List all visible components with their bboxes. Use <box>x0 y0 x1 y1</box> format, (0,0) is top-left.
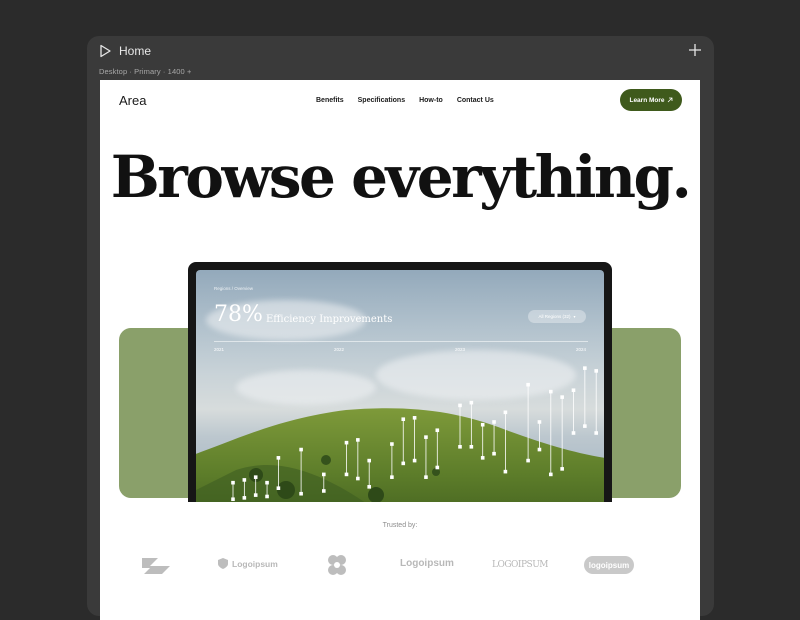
nav-link-benefits[interactable]: Benefits <box>316 97 344 104</box>
window-title: Home <box>119 44 152 58</box>
range-high-point <box>594 369 598 373</box>
range-low-point <box>356 476 360 481</box>
dashboard-screen: Regions / Overview 78% Efficiency Improv… <box>196 270 604 502</box>
range-high-point <box>276 456 281 460</box>
range-low-point <box>458 445 462 449</box>
range-high-point <box>458 403 462 408</box>
range-high-point <box>401 417 406 421</box>
trusted-by-label: Trusted by: <box>382 522 418 529</box>
plus-icon[interactable] <box>688 43 702 57</box>
range-high-point <box>503 410 508 415</box>
flower-icon <box>328 555 346 575</box>
arrow-mark-icon <box>142 558 170 574</box>
arrow-up-right-icon <box>667 97 672 103</box>
range-low-point <box>344 472 349 477</box>
range-high-point <box>583 366 587 370</box>
range-high-point <box>299 447 303 452</box>
range-high-point <box>424 435 428 439</box>
logo-shield: Logoipsum <box>218 558 278 569</box>
range-high-point <box>231 480 235 485</box>
range-high-point <box>526 382 530 387</box>
range-low-point <box>503 469 508 474</box>
nav-link-specifications[interactable]: Specifications <box>358 97 405 104</box>
flower-logo <box>325 554 349 576</box>
learn-more-button[interactable]: Learn More <box>620 89 682 111</box>
range-low-point <box>265 494 269 499</box>
learn-more-label: Learn More <box>629 96 665 104</box>
nav-links: Benefits Specifications How-to Contact U… <box>316 97 508 104</box>
logo-wordmark: Logoipsum <box>400 558 454 569</box>
range-high-point <box>322 472 326 477</box>
logo-text: logoipsum <box>588 560 630 570</box>
range-high-point <box>367 458 371 463</box>
range-low-point <box>435 465 440 470</box>
range-low-point <box>594 431 598 435</box>
range-low-point <box>412 458 417 463</box>
brand-logo[interactable]: Area <box>119 93 146 109</box>
range-high-point <box>435 428 440 433</box>
range-high-point <box>560 395 564 399</box>
play-icon[interactable] <box>98 44 112 58</box>
range-high-point <box>344 440 349 445</box>
laptop-mockup: Regions / Overview 78% Efficiency Improv… <box>188 262 612 502</box>
range-low-point <box>299 491 303 496</box>
range-chart <box>231 366 598 502</box>
editor-window: Home Desktop · Primary · 1400 + Area Ben… <box>87 36 714 620</box>
range-high-point <box>412 416 417 420</box>
range-high-point <box>390 442 394 446</box>
range-low-point <box>526 458 530 463</box>
page-artboard: Area Benefits Specifications How-to Cont… <box>100 80 700 620</box>
range-high-point <box>537 420 542 424</box>
range-low-point <box>583 424 587 428</box>
logo-serif: LOGOIPSUM <box>492 560 549 570</box>
logo-text: Logoipsum <box>400 558 454 569</box>
frame-label[interactable]: Desktop · Primary · 1400 + <box>99 67 191 76</box>
brand-mark-logo <box>138 554 174 576</box>
nav-link-how-to[interactable]: How-to <box>419 97 443 104</box>
range-high-point <box>469 400 474 405</box>
range-high-point <box>571 388 576 393</box>
range-high-point <box>242 478 247 482</box>
logo-text: LOGOIPSUM <box>492 560 549 570</box>
range-low-point <box>560 467 564 471</box>
range-high-point <box>356 438 360 442</box>
range-high-point <box>549 389 553 394</box>
range-high-point <box>253 475 258 479</box>
range-low-point <box>571 431 576 435</box>
range-low-point <box>492 451 496 456</box>
range-low-point <box>276 486 281 490</box>
logo-text: Logoipsum <box>232 558 278 569</box>
range-low-point <box>424 475 428 479</box>
nav-link-contact[interactable]: Contact Us <box>457 97 494 104</box>
range-high-point <box>265 480 269 485</box>
range-low-point <box>469 445 474 449</box>
logo-strip: Logoipsum Logoipsum LOGOIPSUM logoipsum <box>100 552 700 582</box>
logo-pill: logoipsum <box>584 556 634 574</box>
range-low-point <box>242 496 247 500</box>
range-low-point <box>549 472 553 477</box>
shield-icon <box>218 558 228 569</box>
range-low-point <box>253 493 258 497</box>
range-low-point <box>390 475 394 479</box>
range-low-point <box>537 447 542 452</box>
range-low-point <box>401 461 406 466</box>
range-low-point <box>480 456 485 460</box>
hero-headline: Browse everything. <box>110 143 692 211</box>
range-low-point <box>367 485 371 489</box>
range-high-point <box>480 422 485 427</box>
range-high-point <box>492 420 496 424</box>
range-low-point <box>231 497 235 502</box>
range-low-point <box>322 489 326 493</box>
